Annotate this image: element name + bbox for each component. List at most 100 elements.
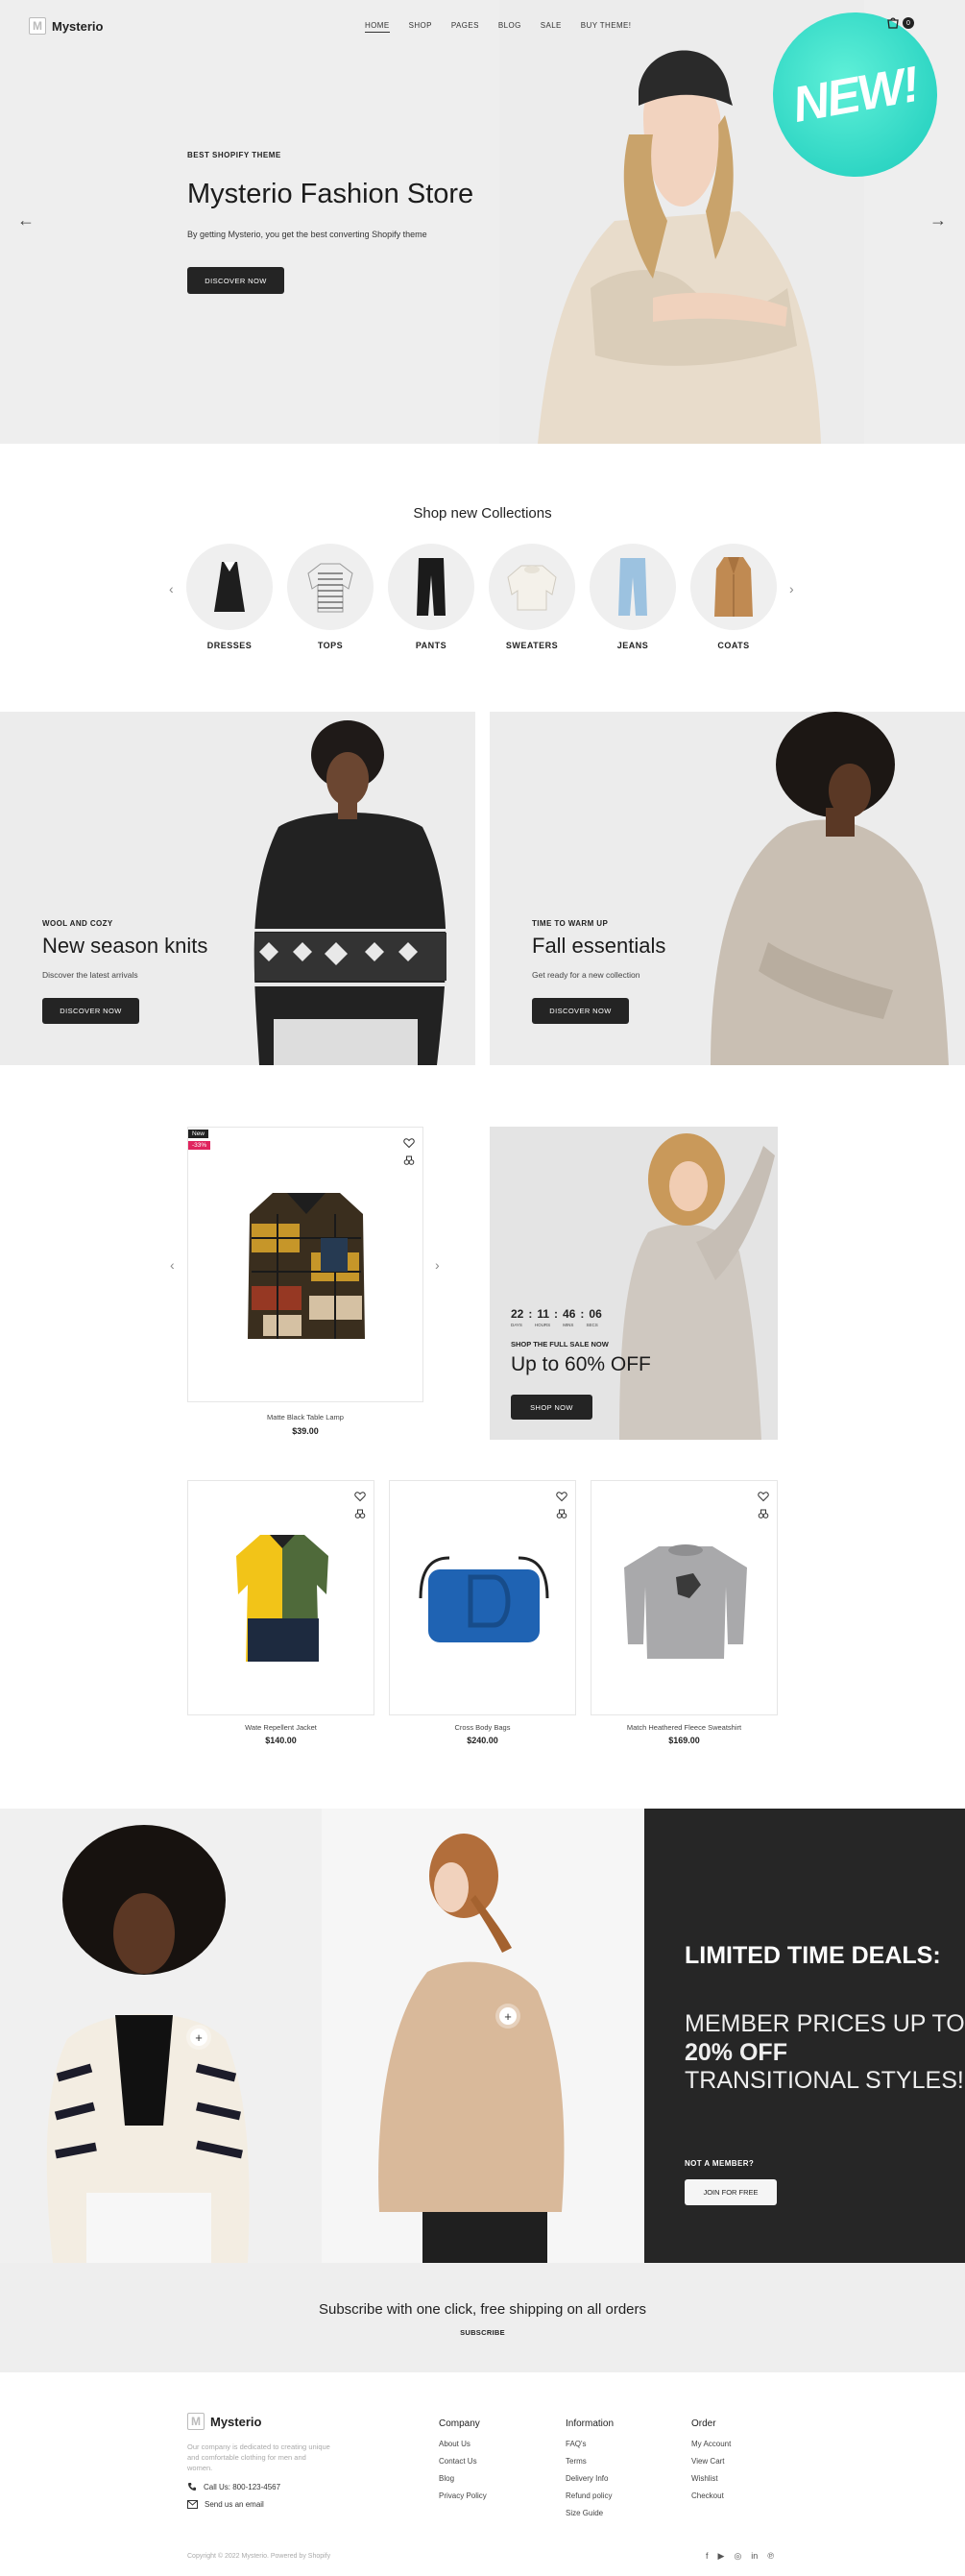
lookbook-promo: LIMITED TIME DEALS: MEMBER PRICES UP TO …	[644, 1809, 965, 2263]
nav-item-blog[interactable]: BLOG	[498, 21, 521, 33]
collection-pants[interactable]: PANTS	[388, 544, 474, 650]
cart-button[interactable]: 0	[886, 16, 914, 30]
promo-kicker: NOT A MEMBER?	[685, 2159, 755, 2168]
logo-mark: M	[187, 2413, 205, 2430]
collections-prev-arrow-icon[interactable]: ‹	[169, 581, 174, 596]
footer-link-refund[interactable]: Refund policy	[566, 2491, 612, 2500]
collection-jeans[interactable]: JEANS	[590, 544, 676, 650]
footer-description: Our company is dedicated to creating uni…	[187, 2442, 330, 2472]
collection-image	[287, 544, 374, 630]
shop-now-button[interactable]: SHOP NOW	[511, 1395, 592, 1420]
compare-icon[interactable]	[556, 1508, 567, 1519]
footer-link-blog[interactable]: Blog	[439, 2474, 454, 2483]
banner-discover-button[interactable]: DISCOVER NOW	[532, 998, 629, 1024]
footer-link-wishlist[interactable]: Wishlist	[691, 2474, 718, 2483]
collection-sweaters[interactable]: SWEATERS	[489, 544, 575, 650]
lookbook-hotspot-1[interactable]: +	[190, 2029, 207, 2046]
wishlist-heart-icon[interactable]	[556, 1491, 567, 1502]
product-image	[236, 1535, 328, 1662]
wishlist-heart-icon[interactable]	[403, 1137, 415, 1149]
product-name[interactable]: Matte Black Table Lamp	[187, 1413, 423, 1422]
phone-icon	[188, 2483, 196, 2491]
footer-col-title-company: Company	[439, 2418, 480, 2429]
footer-link-account[interactable]: My Account	[691, 2440, 731, 2448]
product-next-arrow-icon[interactable]: ›	[435, 1257, 440, 1273]
footer-link-cart[interactable]: View Cart	[691, 2457, 725, 2466]
collection-tops[interactable]: TOPS	[287, 544, 374, 650]
hero-kicker: BEST SHOPIFY THEME	[187, 151, 281, 159]
footer-link-contact[interactable]: Contact Us	[439, 2457, 477, 2466]
compare-icon[interactable]	[403, 1154, 415, 1166]
footer-link-delivery[interactable]: Delivery Info	[566, 2474, 608, 2483]
product-name[interactable]: Cross Body Bags	[389, 1723, 576, 1732]
footer-link-privacy[interactable]: Privacy Policy	[439, 2491, 487, 2500]
product-prev-arrow-icon[interactable]: ‹	[170, 1257, 175, 1273]
nav-item-shop[interactable]: SHOP	[409, 21, 432, 33]
product-price: $240.00	[467, 1736, 498, 1745]
pinterest-icon[interactable]: ℗	[767, 2551, 774, 2562]
footer-logo[interactable]: M Mysterio	[187, 2413, 261, 2430]
product-image	[624, 1544, 747, 1659]
site-logo[interactable]: M Mysterio	[29, 17, 103, 35]
footer-phone-text: Call Us: 800-123-4567	[204, 2482, 281, 2491]
banner-discover-button[interactable]: DISCOVER NOW	[42, 998, 139, 1024]
footer-link-size-guide[interactable]: Size Guide	[566, 2509, 603, 2517]
wishlist-heart-icon[interactable]	[354, 1491, 366, 1502]
subscribe-title: Subscribe with one click, free shipping …	[318, 2301, 646, 2318]
countdown-label: MINS	[563, 1323, 574, 1327]
banner-text: Discover the latest arrivals	[42, 970, 138, 980]
product-name[interactable]: Wate Repellent Jacket	[187, 1723, 374, 1732]
subscribe-section: Subscribe with one click, free shipping …	[0, 2263, 965, 2372]
wishlist-heart-icon[interactable]	[758, 1491, 769, 1502]
nav-item-pages[interactable]: PAGES	[451, 21, 479, 33]
banner-fall-image	[711, 712, 949, 1065]
banner-knits[interactable]: WOOL AND COZY New season knits Discover …	[0, 712, 475, 1065]
banner-title: Fall essentials	[532, 934, 666, 958]
nav-item-home[interactable]: HOME	[365, 21, 390, 33]
collection-dresses[interactable]: DRESSES	[186, 544, 273, 650]
product-card[interactable]	[389, 1480, 576, 1715]
product-card-featured[interactable]: New -33%	[187, 1127, 423, 1402]
hero-prev-arrow-icon[interactable]: ←	[17, 210, 35, 231]
footer-link-terms[interactable]: Terms	[566, 2457, 587, 2466]
hero-next-arrow-icon[interactable]: →	[929, 210, 947, 231]
compare-icon[interactable]	[354, 1508, 366, 1519]
lookbook-hotspot-2[interactable]: +	[499, 2007, 517, 2025]
banner-knits-image	[253, 720, 446, 1065]
collections-next-arrow-icon[interactable]: ›	[789, 581, 794, 596]
logo-text: Mysterio	[210, 2414, 262, 2429]
product-image	[419, 1556, 549, 1642]
youtube-icon[interactable]: ▶	[718, 2551, 725, 2562]
new-badge-label: New	[188, 1130, 209, 1138]
footer-link-about[interactable]: About Us	[439, 2440, 470, 2448]
compare-icon[interactable]	[758, 1508, 769, 1519]
product-card[interactable]	[591, 1480, 778, 1715]
countdown-label: DAYS	[511, 1323, 522, 1327]
instagram-icon[interactable]: ◎	[734, 2551, 741, 2562]
lookbook-image-2[interactable]: +	[322, 1809, 644, 2263]
product-name[interactable]: Match Heathered Fleece Sweatshirt	[591, 1723, 778, 1732]
lookbook-image-1[interactable]: +	[0, 1809, 322, 2263]
nav-item-sale[interactable]: SALE	[541, 21, 562, 33]
hero-title: Mysterio Fashion Store	[187, 179, 474, 209]
promo-subtitle: MEMBER PRICES UP TO 20% OFF TRANSITIONAL…	[685, 2010, 965, 2094]
nav-item-buy-theme[interactable]: BUY THEME!	[581, 21, 632, 33]
sale-banner[interactable]: 22: 11: 46: 06 DAYS HOURS MINS SECS SHOP…	[490, 1127, 778, 1440]
subscribe-link[interactable]: SUBSCRIBE	[0, 2328, 965, 2337]
collection-label: JEANS	[616, 641, 649, 650]
linkedin-icon[interactable]: in	[751, 2551, 758, 2562]
banner-fall[interactable]: TIME TO WARM UP Fall essentials Get read…	[490, 712, 965, 1065]
banner-kicker: WOOL AND COZY	[42, 919, 113, 928]
footer-link-checkout[interactable]: Checkout	[691, 2491, 724, 2500]
banner-text: Get ready for a new collection	[532, 970, 640, 980]
product-card[interactable]	[187, 1480, 374, 1715]
footer-link-faq[interactable]: FAQ's	[566, 2440, 587, 2448]
collection-coats[interactable]: COATS	[690, 544, 777, 650]
footer-email[interactable]: Send us an email	[187, 2500, 264, 2509]
collections-title: Shop new Collections	[413, 505, 552, 522]
site-header: M Mysterio HOME SHOP PAGES BLOG SALE BUY…	[0, 0, 965, 52]
hero-discover-button[interactable]: DISCOVER NOW	[187, 267, 284, 294]
footer-phone[interactable]: Call Us: 800-123-4567	[187, 2482, 280, 2491]
join-free-button[interactable]: JOIN FOR FREE	[685, 2179, 777, 2205]
facebook-icon[interactable]: f	[706, 2551, 709, 2562]
